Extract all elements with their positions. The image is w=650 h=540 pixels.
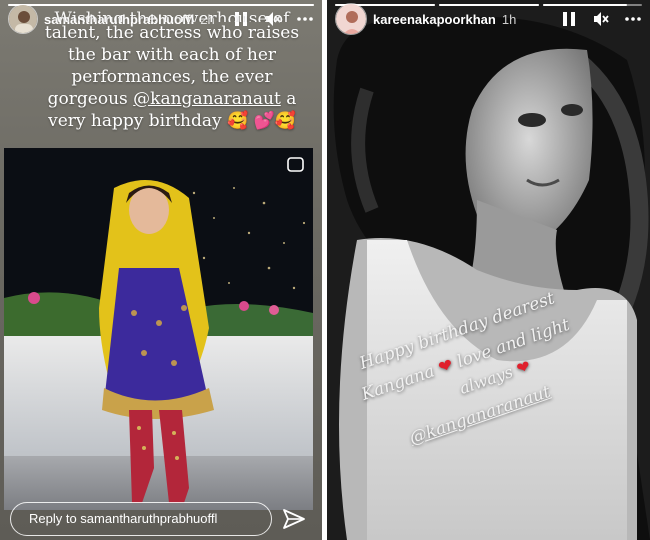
mention-link[interactable]: @kanganaranaut (133, 89, 281, 109)
caption-line: the bar with each of her (67, 45, 277, 65)
caption-line: performances, the ever (71, 67, 273, 87)
pause-icon[interactable] (560, 10, 578, 28)
caption-line: very happy birthday 🥰 💕🥰 (48, 111, 296, 131)
story-photo (4, 148, 313, 510)
username[interactable]: kareenakapoorkhan (373, 12, 496, 27)
timestamp: 1h (501, 11, 517, 27)
story-left[interactable]: samantharuthprabhuoffl 2h Wishing the po… (0, 0, 322, 540)
caption-line: Wishing the powerhouse of (54, 9, 290, 22)
reply-input[interactable]: Reply to samantharuthprabhuoffl (10, 502, 272, 536)
more-options-icon[interactable] (624, 10, 642, 28)
caption-word: a (286, 89, 297, 109)
send-icon[interactable] (282, 508, 306, 530)
story-photo (327, 0, 650, 540)
speaker-muted-icon[interactable] (592, 10, 610, 28)
caption-line: talent, the actress who raises (44, 23, 300, 43)
story-caption: Wishing the powerhouse of talent, the ac… (30, 8, 314, 132)
caption-line: gorgeous @kanganaranaut a (30, 88, 314, 110)
story-right[interactable]: kareenakapoorkhan 1h Happy birthday dear… (327, 0, 650, 540)
avatar[interactable] (335, 3, 367, 35)
story-header: kareenakapoorkhan 1h (335, 3, 642, 35)
caption-word: gorgeous (47, 89, 128, 109)
